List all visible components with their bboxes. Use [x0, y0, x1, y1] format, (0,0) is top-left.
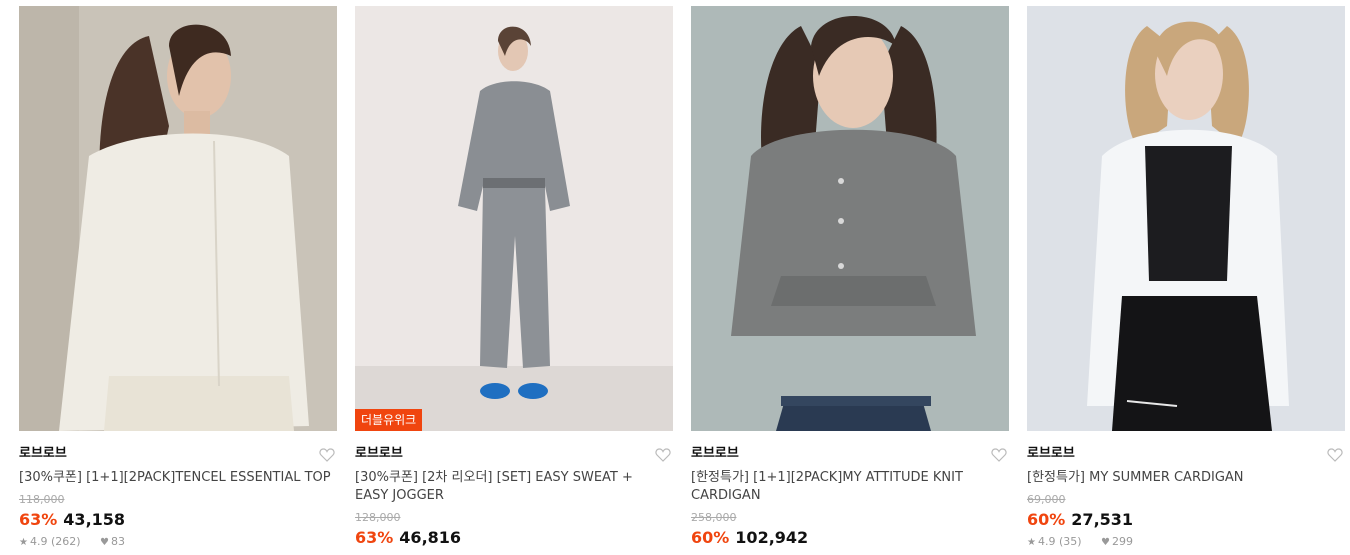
product-photo — [691, 6, 1009, 431]
sale-price: 27,531 — [1071, 510, 1134, 529]
sale-price: 43,158 — [63, 510, 126, 529]
brand-name[interactable]: 로브로브 — [355, 445, 673, 463]
likes-count: 83 — [111, 535, 126, 548]
product-card[interactable]: 로브로브 [한정특가] [1+1][2PACK]MY ATTITUDE KNIT… — [691, 6, 1009, 549]
promo-badge: 더블유위크 — [355, 409, 423, 431]
original-price: 258,000 — [691, 511, 737, 524]
sale-price: 46,816 — [399, 528, 462, 547]
product-image[interactable]: 더블유위크 — [355, 6, 673, 431]
product-title[interactable]: [30%쿠폰] [1+1][2PACK]TENCEL ESSENTIAL TOP — [19, 469, 337, 487]
price-row: 63% 46,816 — [355, 527, 673, 549]
original-price: 69,000 — [1027, 493, 1066, 506]
brand-name[interactable]: 로브로브 — [19, 445, 337, 463]
discount-rate: 60% — [1027, 510, 1066, 529]
product-image[interactable] — [1027, 6, 1345, 431]
heart-filled-icon: ♥ — [100, 537, 110, 548]
product-title[interactable]: [한정특가] MY SUMMER CARDIGAN — [1027, 469, 1345, 487]
product-image[interactable] — [691, 6, 1009, 431]
sale-price: 102,942 — [735, 528, 809, 547]
product-photo — [355, 6, 673, 431]
discount-rate: 63% — [355, 528, 394, 547]
rating: 4.9 (35) — [1037, 535, 1082, 548]
product-card[interactable]: 더블유위크 로브로브 [30%쿠폰] [2차 리오더] [SET] EASY S… — [355, 6, 673, 549]
star-icon: ★ — [1027, 537, 1036, 548]
product-image[interactable] — [19, 6, 337, 431]
product-photo — [19, 6, 337, 431]
product-title[interactable]: [한정특가] [1+1][2PACK]MY ATTITUDE KNIT CARD… — [691, 469, 1009, 505]
brand-name[interactable]: 로브로브 — [691, 445, 1009, 463]
price-row: 63% 43,158 — [19, 509, 337, 531]
product-card[interactable]: 로브로브 [30%쿠폰] [1+1][2PACK]TENCEL ESSENTIA… — [19, 6, 337, 550]
heart-filled-icon: ♥ — [1101, 537, 1111, 548]
product-meta: ★ 4.9 (35) ♥ 299 — [1027, 535, 1345, 550]
wishlist-heart-icon[interactable] — [319, 447, 335, 463]
product-grid: 로브로브 [30%쿠폰] [1+1][2PACK]TENCEL ESSENTIA… — [0, 0, 1350, 555]
wishlist-heart-icon[interactable] — [655, 447, 671, 463]
likes-count: 299 — [1112, 535, 1134, 548]
original-price: 128,000 — [355, 511, 401, 524]
product-photo — [1027, 6, 1345, 431]
star-icon: ★ — [19, 537, 28, 548]
discount-rate: 63% — [19, 510, 58, 529]
rating: 4.9 (262) — [29, 535, 81, 548]
price-row: 60% 102,942 — [691, 527, 1009, 549]
product-title[interactable]: [30%쿠폰] [2차 리오더] [SET] EASY SWEAT + EASY… — [355, 469, 673, 505]
product-meta: ★ 4.9 (262) ♥ 83 — [19, 535, 337, 550]
brand-name[interactable]: 로브로브 — [1027, 445, 1345, 463]
original-price: 118,000 — [19, 493, 65, 506]
product-card[interactable]: 로브로브 [한정특가] MY SUMMER CARDIGAN 69,000 60… — [1027, 6, 1345, 550]
price-row: 60% 27,531 — [1027, 509, 1345, 531]
wishlist-heart-icon[interactable] — [991, 447, 1007, 463]
wishlist-heart-icon[interactable] — [1327, 447, 1343, 463]
discount-rate: 60% — [691, 528, 730, 547]
